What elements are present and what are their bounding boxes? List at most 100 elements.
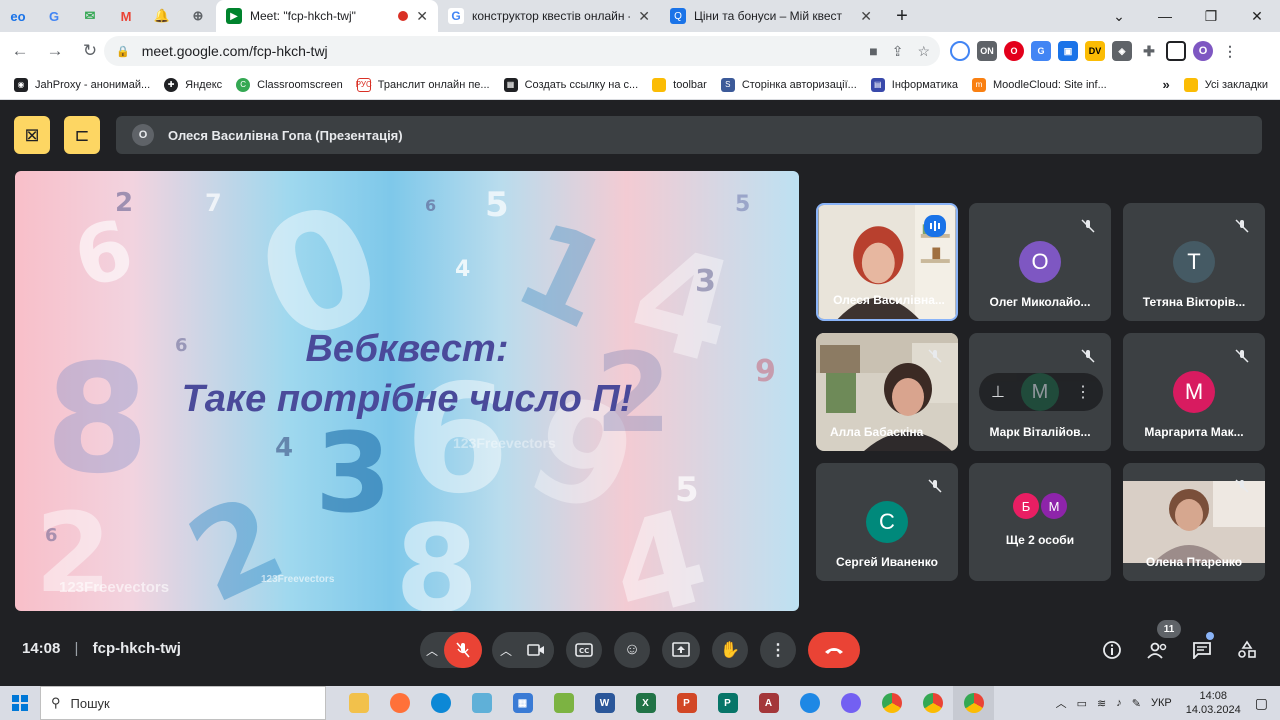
bookmark-3[interactable]: C Classroomscreen (236, 77, 343, 92)
camera-options-chevron-icon[interactable]: ︿ (500, 642, 512, 659)
present-button[interactable] (662, 632, 700, 668)
emoji-button[interactable]: ☺ (614, 632, 650, 668)
close-tab-icon[interactable]: ✕ (416, 8, 428, 25)
camera-icon[interactable]: ■ (869, 43, 877, 60)
more-options-button[interactable]: ⋮ (760, 632, 796, 668)
chat-button[interactable] (1188, 636, 1216, 664)
pinned-tab-2[interactable]: G (36, 0, 72, 32)
new-tab-button[interactable]: + (882, 0, 922, 32)
bookmark-4[interactable]: РУС Транслит онлайн пе... (356, 77, 490, 92)
translate-icon[interactable]: G (1031, 41, 1051, 61)
participant-tile[interactable]: О Олег Миколайо... (969, 203, 1111, 321)
bookmark-9[interactable]: m MoodleCloud: Site inf... (972, 77, 1107, 92)
extension-2-icon[interactable]: ON (977, 41, 997, 61)
language-indicator[interactable]: УКР (1151, 697, 1172, 709)
reload-icon[interactable]: ↻ (75, 36, 105, 66)
participant-tile[interactable]: Алла Бабаскіна (816, 333, 958, 451)
mic-toggle-button[interactable] (444, 632, 482, 668)
minimize-icon[interactable]: — (1142, 0, 1188, 32)
chrome-app-3[interactable] (953, 686, 994, 720)
extension-1-icon[interactable] (950, 41, 970, 61)
battery-icon[interactable]: ▭ (1077, 697, 1087, 710)
lock-icon[interactable]: 🔒 (116, 45, 130, 58)
more-options-icon[interactable]: ⋮ (1075, 382, 1091, 402)
puzzle-icon[interactable]: ✚ (1139, 41, 1159, 61)
sidebar-icon[interactable] (1166, 41, 1186, 61)
people-button[interactable] (1144, 636, 1172, 664)
tab-search-icon[interactable]: ⌄ (1096, 0, 1142, 32)
close-tab-icon[interactable]: ✕ (860, 8, 872, 25)
tray-chevron-icon[interactable]: ︿ (1056, 695, 1067, 711)
pinned-tab-5[interactable]: 🔔 (144, 0, 180, 32)
participant-tile[interactable]: Олеся Василівна... (816, 203, 958, 321)
taskbar-search[interactable]: ⚲ Пошук (40, 686, 326, 720)
app-4[interactable] (461, 686, 502, 720)
pinned-tab-gmail[interactable]: M (108, 0, 144, 32)
participant-tile[interactable]: Т Тетяна Вікторів... (1123, 203, 1265, 321)
layout-icon[interactable]: ⊏ (64, 116, 100, 154)
chrome-app-2[interactable] (912, 686, 953, 720)
opera-icon[interactable]: O (1004, 41, 1024, 61)
others-tile[interactable]: Б М Ще 2 особи (969, 463, 1111, 581)
bookmark-1[interactable]: ◉ JahProxy - анонимай... (14, 77, 150, 92)
participant-tile[interactable]: Олена Птаренко (1123, 463, 1265, 581)
extension-5-icon[interactable]: ▣ (1058, 41, 1078, 61)
activities-button[interactable] (1233, 636, 1261, 664)
profile-avatar[interactable]: O (1193, 41, 1213, 61)
pin-icon[interactable]: ⊥ (991, 382, 1005, 402)
extension-7-icon[interactable]: ◈ (1112, 41, 1132, 61)
back-icon[interactable]: ← (5, 36, 35, 66)
bookmark-7[interactable]: S Сторінка авторизації... (720, 77, 857, 92)
word-app[interactable]: W (584, 686, 625, 720)
share-icon[interactable]: ⇪ (892, 43, 904, 60)
powerpoint-app[interactable]: P (666, 686, 707, 720)
participant-tile[interactable]: ⊥ М ⋮ Марк Віталійов... (969, 333, 1111, 451)
volume-icon[interactable]: ♪ (1116, 697, 1122, 709)
tab-search[interactable]: G конструктор квестів онлайн - Пош ✕ (438, 0, 660, 32)
bookmark-5[interactable]: ▦ Создать ссылку на с... (503, 77, 638, 92)
tab-prices[interactable]: Q Ціни та бонуси – Мій квест ✕ (660, 0, 882, 32)
stop-presenting-icon[interactable]: ⊠ (14, 116, 50, 154)
bookmark-star-icon[interactable]: ☆ (917, 43, 930, 60)
start-button[interactable] (0, 686, 40, 720)
menu-icon[interactable]: ⋮ (1220, 41, 1240, 61)
excel-app[interactable]: X (625, 686, 666, 720)
participant-tile[interactable]: С Сергей Иваненко (816, 463, 958, 581)
app-12[interactable] (789, 686, 830, 720)
restore-icon[interactable]: ❐ (1188, 0, 1234, 32)
firefox-app[interactable] (379, 686, 420, 720)
leave-call-button[interactable] (808, 632, 860, 668)
pen-icon[interactable]: ✎ (1132, 697, 1141, 710)
access-app[interactable]: A (748, 686, 789, 720)
bookmark-2[interactable]: ✚ Яндекс (164, 77, 222, 92)
close-tab-icon[interactable]: ✕ (638, 8, 650, 25)
bookmark-8[interactable]: ▤ Інформатика (870, 77, 958, 92)
viber-app[interactable] (830, 686, 871, 720)
bookmark-6[interactable]: toolbar (652, 77, 707, 92)
pinned-tab-1[interactable]: eo (0, 0, 36, 32)
calculator-app[interactable]: ▦ (502, 686, 543, 720)
address-bar[interactable]: 🔒 meet.google.com/fcp-hkch-twj ■ ⇪ ☆ (104, 36, 940, 66)
all-bookmarks[interactable]: Усі закладки (1183, 77, 1268, 92)
participant-tile[interactable]: М Маргарита Мак... (1123, 333, 1265, 451)
forward-icon[interactable]: → (40, 36, 70, 66)
notifications-icon[interactable]: ▢ (1255, 695, 1268, 712)
more-bookmarks-icon[interactable]: » (1163, 77, 1170, 92)
raise-hand-button[interactable]: ✋ (712, 632, 748, 668)
close-window-icon[interactable]: ✕ (1234, 0, 1280, 32)
pinned-tab-3[interactable]: ✉ (72, 0, 108, 32)
extension-dv-icon[interactable]: DV (1085, 41, 1105, 61)
chrome-app[interactable] (871, 686, 912, 720)
pinned-tab-6[interactable]: ⊕ (180, 0, 216, 32)
meeting-details-button[interactable] (1098, 636, 1126, 664)
camera-toggle-button[interactable] (518, 632, 554, 668)
paint-app[interactable] (543, 686, 584, 720)
tab-meet[interactable]: ▶ Meet: "fcp-hkch-twj" ✕ (216, 0, 438, 32)
mic-options-chevron-icon[interactable]: ︿ (426, 642, 438, 659)
network-icon[interactable]: ≋ (1097, 697, 1106, 710)
tray-clock[interactable]: 14:08 14.03.2024 (1186, 689, 1241, 717)
publisher-app[interactable]: P (707, 686, 748, 720)
captions-button[interactable]: CC (566, 632, 602, 668)
explorer-app[interactable] (338, 686, 379, 720)
edge-app[interactable] (420, 686, 461, 720)
